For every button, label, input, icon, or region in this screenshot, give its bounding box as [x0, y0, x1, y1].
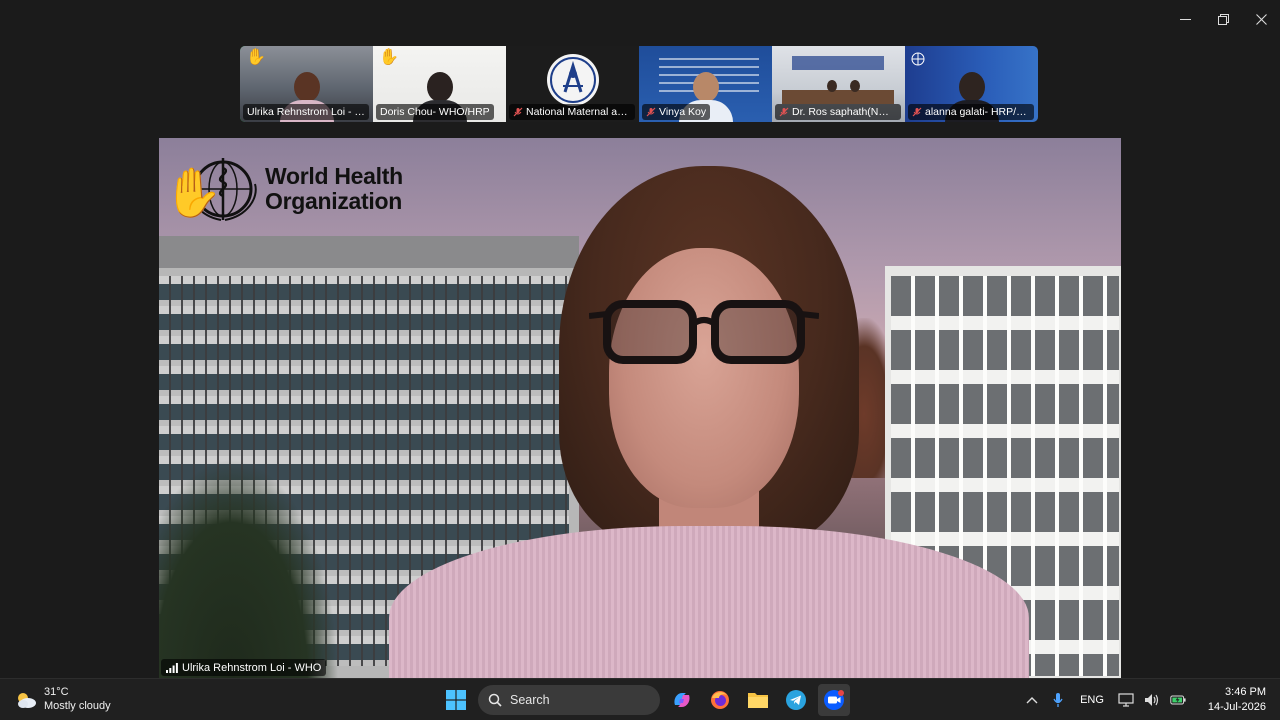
microphone-muted-icon: [779, 107, 789, 117]
speaker-name-label: Ulrika Rehnstrom Loi - WHO: [161, 659, 327, 676]
minimize-icon: [1179, 18, 1191, 20]
connection-signal-icon: [166, 662, 178, 673]
network-icon: [1118, 693, 1134, 707]
glasses: [589, 300, 819, 364]
restore-button[interactable]: [1204, 0, 1242, 38]
network-button[interactable]: [1118, 692, 1134, 708]
participant-name-label: alanna galati- HRP/W...: [908, 104, 1034, 120]
background-trees: [159, 458, 339, 678]
participant-tile[interactable]: Dr. Ros saphath(NMC...: [772, 46, 905, 122]
weather-temperature: 31°C: [44, 686, 69, 698]
zoom-meeting-window: ✋ Ulrika Rehnstrom Loi - W... ✋ Doris Ch…: [0, 0, 1280, 720]
file-explorer-app[interactable]: [742, 684, 774, 716]
battery-button[interactable]: [1170, 692, 1186, 708]
participant-name-label: Doris Chou- WHO/HRP: [376, 104, 494, 120]
copilot-app[interactable]: [666, 684, 698, 716]
clock-date: 14-Jul-2026: [1207, 701, 1266, 713]
taskbar-search[interactable]: Search: [478, 685, 660, 715]
microphone-muted-icon: [912, 107, 922, 117]
firefox-icon: [711, 691, 729, 709]
windows-taskbar: 31°C Mostly cloudy Search ENG 3:46 PM 14…: [0, 678, 1280, 720]
search-label: Search: [510, 693, 550, 707]
telegram-app[interactable]: [780, 684, 812, 716]
microphone-muted-icon: [646, 107, 656, 117]
telegram-icon: [786, 690, 806, 710]
volume-button[interactable]: [1144, 692, 1160, 708]
participant-tile[interactable]: ✋ Doris Chou- WHO/HRP: [373, 46, 506, 122]
taskbar-apps: Search: [440, 683, 850, 717]
minimize-button[interactable]: [1166, 0, 1204, 38]
windows-logo-icon: [446, 690, 466, 710]
microphone-in-use-button[interactable]: [1050, 692, 1066, 708]
globe-icon: [911, 52, 925, 66]
window-controls: [1166, 0, 1280, 38]
weather-widget[interactable]: 31°C Mostly cloudy: [14, 686, 111, 714]
logo-line: Organization: [265, 188, 402, 214]
participant-name-label: Dr. Ros saphath(NMC...: [775, 104, 901, 120]
clock-time: 3:46 PM: [1225, 686, 1266, 699]
system-tray: ENG 3:46 PM 14-Jul-2026: [1024, 679, 1266, 720]
search-icon: [488, 693, 502, 707]
active-speaker-video[interactable]: World Health Organization ✋ Ulrika Rehns…: [159, 138, 1121, 678]
raised-hand-icon: ✋: [163, 167, 223, 220]
clock[interactable]: 3:46 PM 14-Jul-2026: [1208, 685, 1266, 715]
raised-hand-icon: ✋: [379, 49, 399, 66]
close-button[interactable]: [1242, 0, 1280, 38]
participant-name-label: Ulrika Rehnstrom Loi - W...: [243, 104, 369, 120]
organization-logo-icon: [547, 54, 599, 106]
participant-tile[interactable]: ✋ Ulrika Rehnstrom Loi - W...: [240, 46, 373, 122]
speaker-icon: [1144, 694, 1159, 706]
raised-hand-icon: ✋: [246, 49, 266, 66]
battery-charging-icon: [1170, 695, 1186, 705]
participant-tile[interactable]: Vinya Koy: [639, 46, 772, 122]
folder-icon: [748, 693, 768, 708]
who-logo-text: World Health Organization: [265, 164, 403, 214]
close-icon: [1255, 13, 1267, 25]
weather-description: Mostly cloudy: [44, 699, 111, 712]
participant-name-label: National Maternal and ...: [509, 104, 635, 120]
firefox-app[interactable]: [704, 684, 736, 716]
microphone-muted-icon: [513, 107, 523, 117]
speaker-person: [389, 166, 1029, 678]
logo-line: World Health: [265, 163, 403, 190]
participant-name-label: Vinya Koy: [642, 104, 711, 120]
microphone-icon: [1053, 693, 1063, 707]
copilot-icon: [674, 693, 690, 707]
chevron-up-icon: [1026, 697, 1038, 704]
participant-tile[interactable]: National Maternal and ...: [506, 46, 639, 122]
participant-strip: ✋ Ulrika Rehnstrom Loi - W... ✋ Doris Ch…: [240, 46, 1038, 122]
language-indicator[interactable]: ENG: [1076, 694, 1108, 706]
zoom-icon: [824, 690, 844, 710]
zoom-app[interactable]: [818, 684, 850, 716]
show-hidden-icons-button[interactable]: [1024, 692, 1040, 708]
restore-icon: [1217, 13, 1229, 25]
partly-cloudy-icon: [18, 692, 36, 708]
participant-tile[interactable]: alanna galati- HRP/W...: [905, 46, 1038, 122]
start-button[interactable]: [440, 684, 472, 716]
